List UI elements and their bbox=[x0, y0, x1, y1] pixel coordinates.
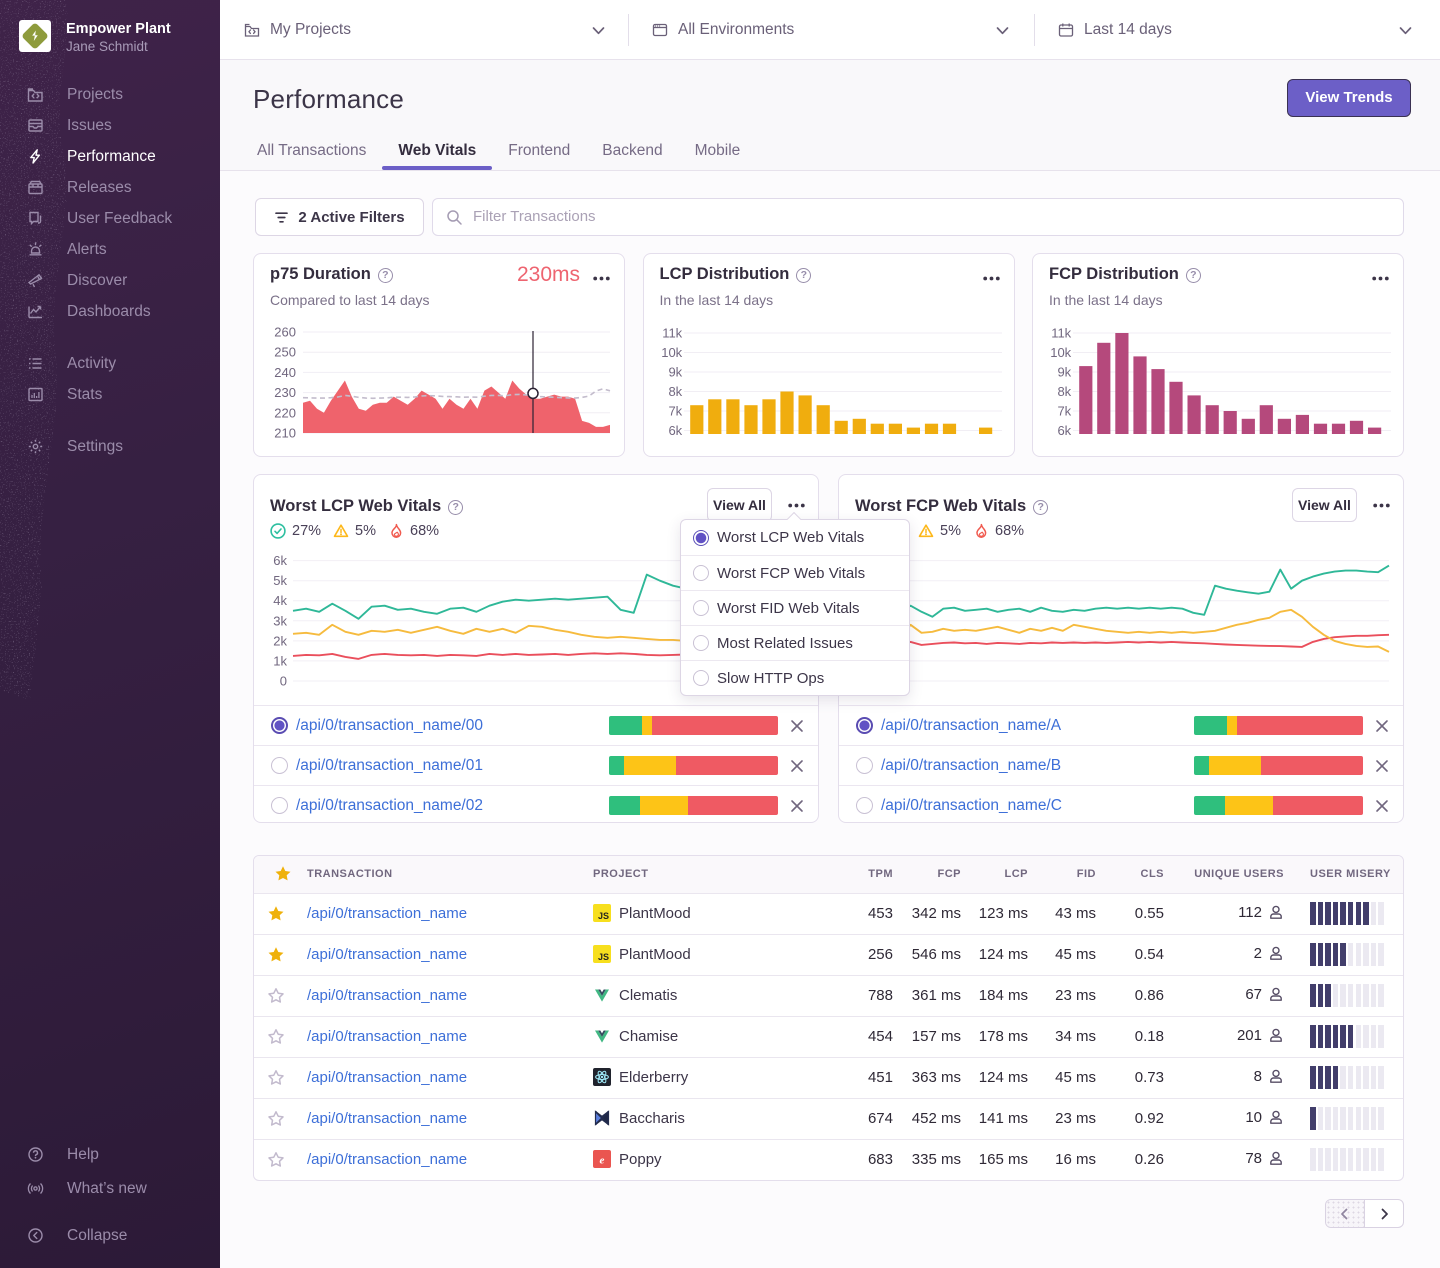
svg-text:220: 220 bbox=[274, 405, 296, 420]
svg-text:260: 260 bbox=[274, 325, 296, 340]
svg-text:240: 240 bbox=[274, 365, 296, 380]
svg-text:6k: 6k bbox=[668, 423, 682, 438]
svg-text:7k: 7k bbox=[1057, 404, 1071, 419]
svg-text:2k: 2k bbox=[273, 633, 287, 648]
svg-text:6k: 6k bbox=[1057, 423, 1071, 438]
svg-text:230: 230 bbox=[274, 385, 296, 400]
svg-text:7k: 7k bbox=[668, 404, 682, 419]
svg-text:9k: 9k bbox=[1057, 365, 1071, 380]
svg-text:210: 210 bbox=[274, 426, 296, 441]
svg-text:11k: 11k bbox=[662, 326, 682, 341]
svg-text:e: e bbox=[600, 1155, 605, 1167]
svg-text:10k: 10k bbox=[1050, 345, 1071, 360]
svg-text:JS: JS bbox=[598, 911, 609, 921]
svg-text:250: 250 bbox=[274, 345, 296, 360]
svg-text:4k: 4k bbox=[273, 593, 287, 608]
svg-text:JS: JS bbox=[598, 952, 609, 962]
svg-text:0: 0 bbox=[280, 674, 287, 689]
svg-text:11k: 11k bbox=[1051, 326, 1071, 341]
svg-text:6k: 6k bbox=[273, 553, 287, 568]
svg-text:8k: 8k bbox=[668, 384, 682, 399]
svg-text:5k: 5k bbox=[273, 573, 287, 588]
svg-text:9k: 9k bbox=[668, 365, 682, 380]
svg-text:10k: 10k bbox=[661, 345, 682, 360]
svg-text:8k: 8k bbox=[1057, 384, 1071, 399]
svg-text:1k: 1k bbox=[273, 653, 287, 668]
svg-text:3k: 3k bbox=[273, 613, 287, 628]
